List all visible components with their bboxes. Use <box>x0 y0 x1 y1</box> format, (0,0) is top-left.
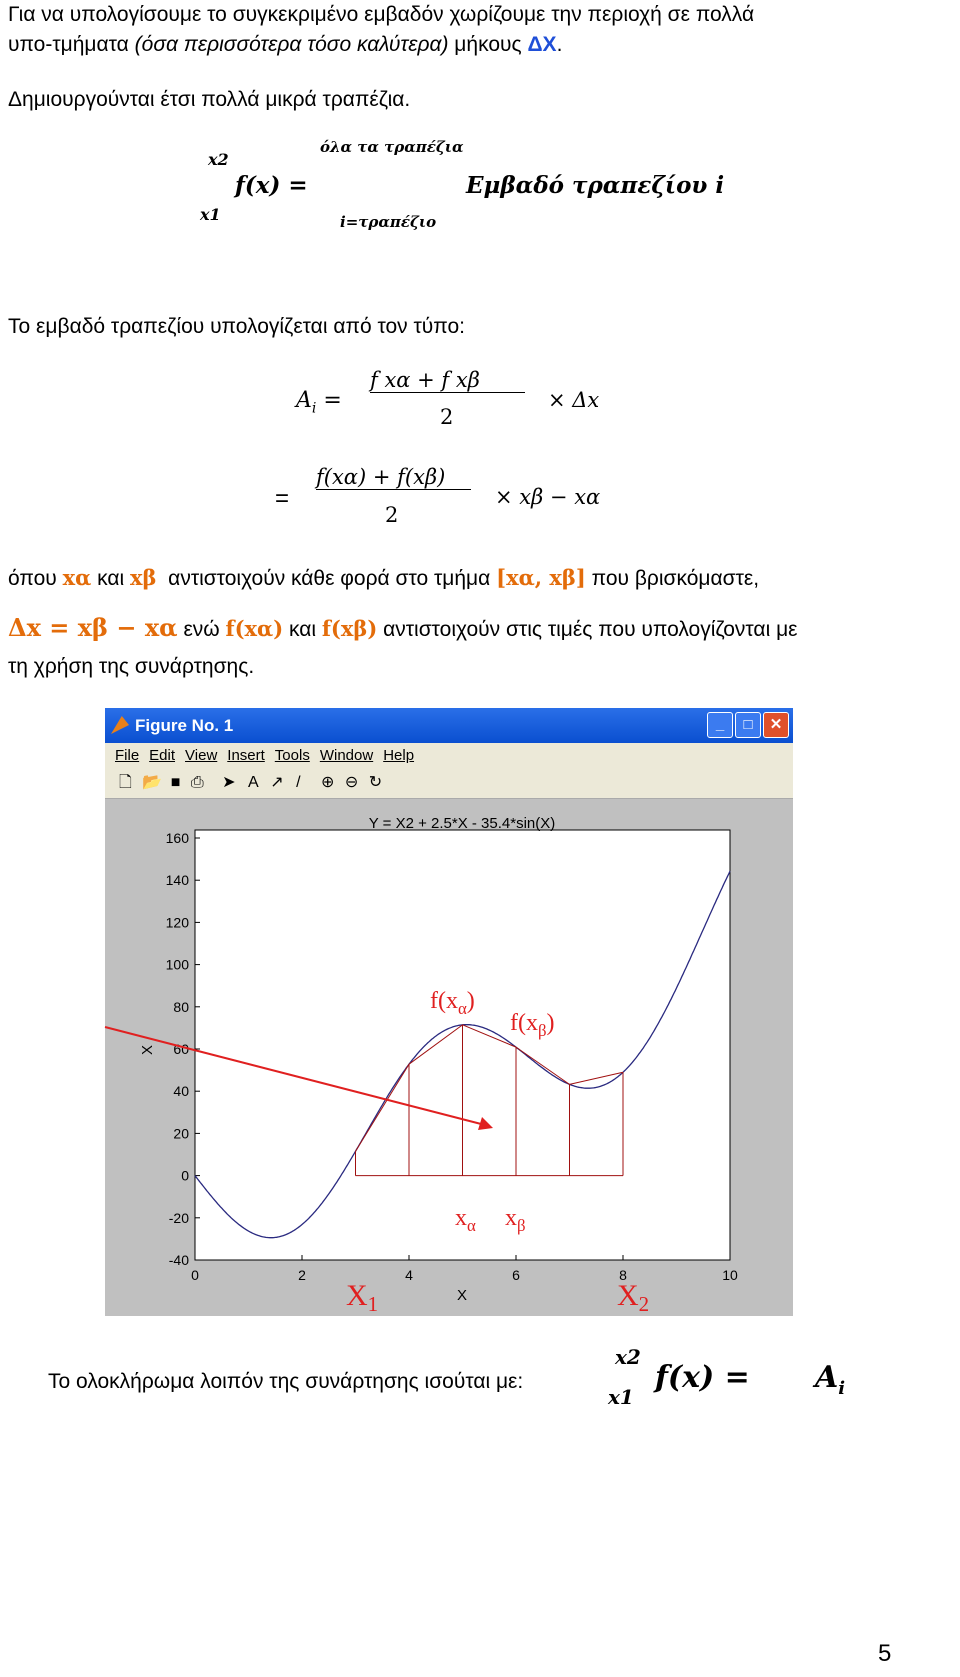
x-tick-label: 0 <box>191 1267 199 1283</box>
y-axis-label: X <box>139 1045 156 1055</box>
y-tick-label: 160 <box>166 830 190 846</box>
label-fxa: f(xα) <box>430 988 475 1018</box>
x-tick-label: 2 <box>298 1267 306 1283</box>
y-tick-label: -40 <box>169 1252 189 1268</box>
chart-title: Y = X2 + 2.5*X - 35.4*sin(X) <box>369 815 556 832</box>
y-tick-label: 80 <box>173 999 189 1015</box>
plot: Y = X2 + 2.5*X - 35.4*sin(X)0 2 4 6 8 10-40-2… <box>104 815 738 1316</box>
x-axis-label: X <box>457 1287 467 1304</box>
y-tick-label: 20 <box>173 1125 189 1141</box>
y-tick-label: 100 <box>166 957 190 973</box>
x-tick-label: 10 <box>722 1267 738 1283</box>
y-tick-label: 0 <box>181 1168 189 1184</box>
x-tick-label: 6 <box>512 1267 520 1283</box>
y-tick-label: 40 <box>173 1083 189 1099</box>
label-x1: X1 <box>346 1279 378 1316</box>
x-tick-label: 4 <box>405 1267 413 1283</box>
y-tick-label: 120 <box>166 914 190 930</box>
y-tick-label: -20 <box>169 1210 189 1226</box>
y-tick-label: 140 <box>166 872 190 888</box>
page-number: 5 <box>878 1640 892 1667</box>
label-x2: X2 <box>617 1279 649 1316</box>
label-fxb: f(xβ) <box>510 1010 555 1040</box>
